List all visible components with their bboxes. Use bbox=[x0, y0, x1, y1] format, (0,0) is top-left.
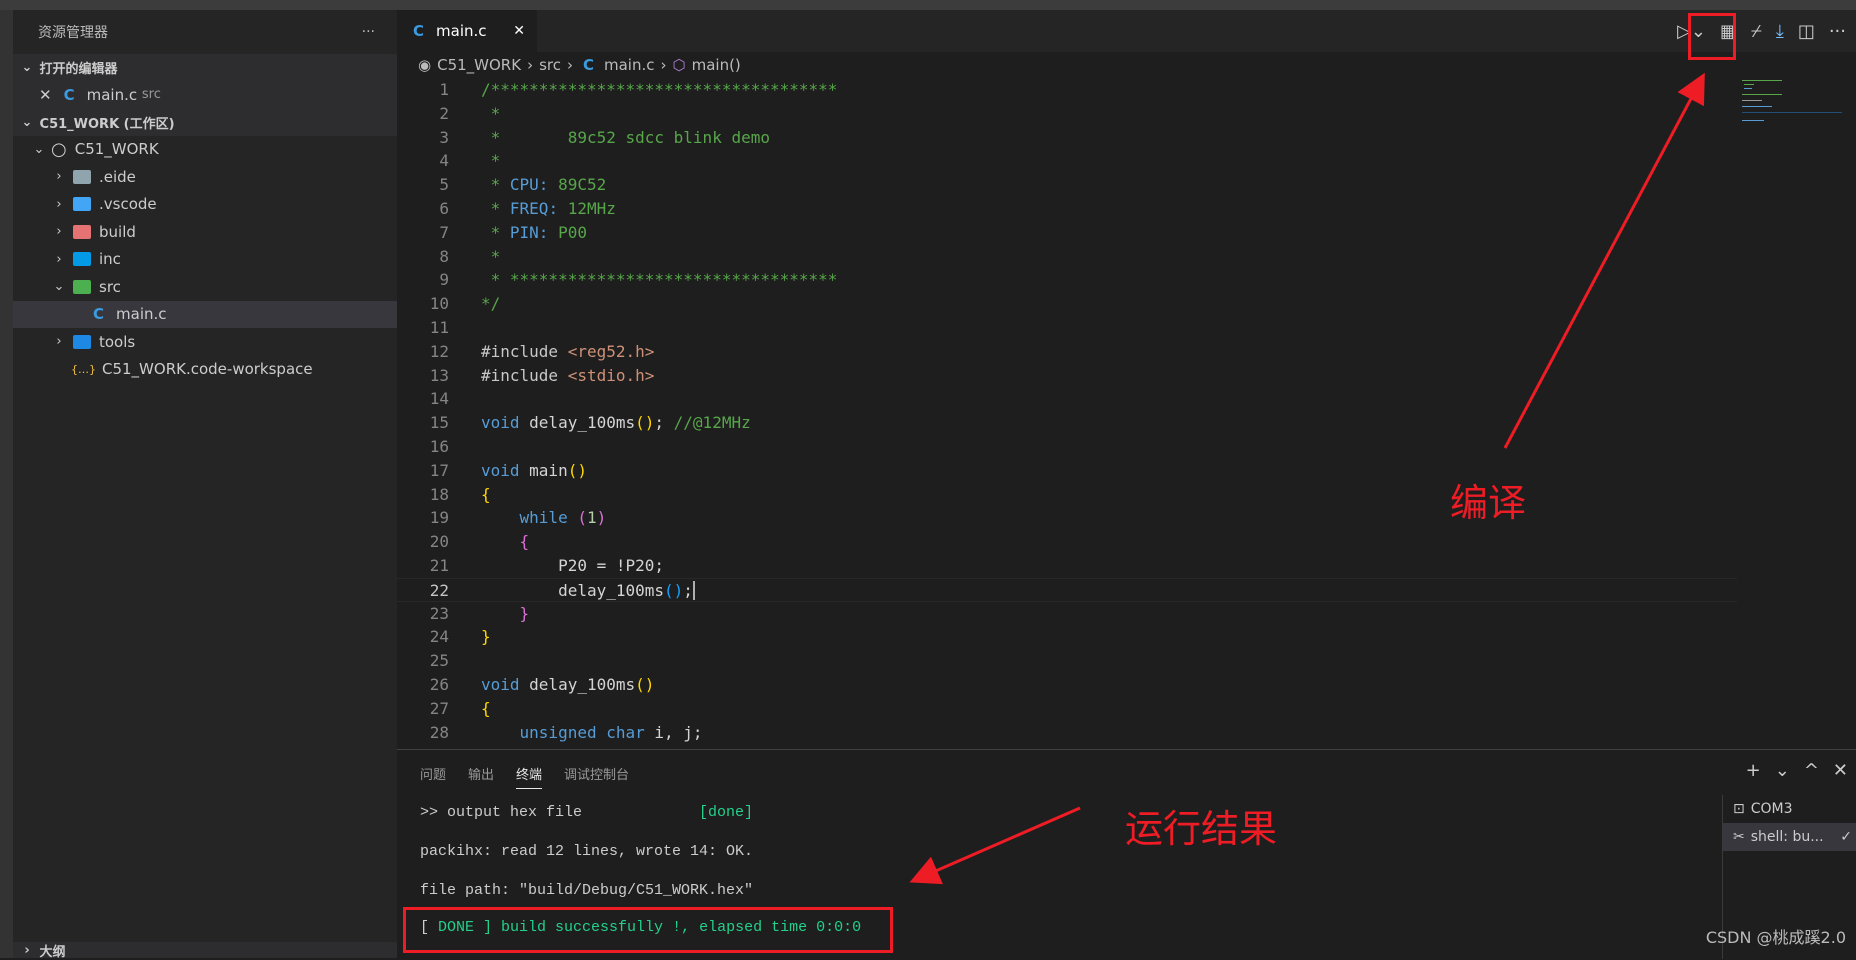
annotation-arrows bbox=[909, 72, 1705, 885]
compile-arrow bbox=[1503, 72, 1705, 449]
watermark: CSDN @桃成蹊2.0 bbox=[1705, 928, 1846, 947]
result-annotation: 运行结果 bbox=[1125, 807, 1278, 851]
result-arrow bbox=[909, 806, 1081, 885]
compile-annotation: 编译 bbox=[1450, 481, 1527, 525]
